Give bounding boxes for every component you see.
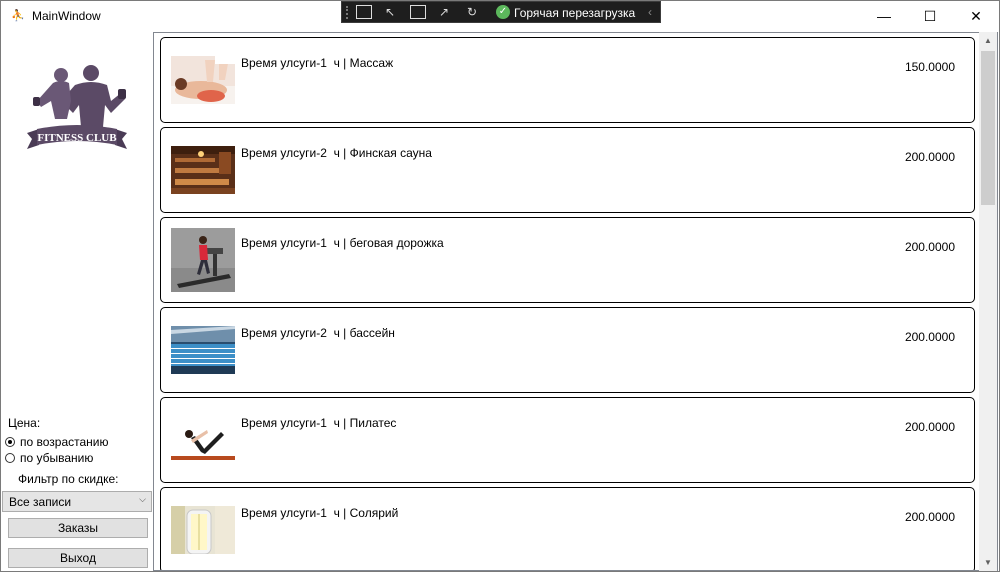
toolbar-grip-icon[interactable] [346,6,352,19]
price-sort-label: Цена: [8,416,41,430]
pool-photo [171,326,235,374]
sort-ascending-option[interactable]: по возрастанию [5,435,109,449]
discount-filter-label: Фильтр по скидке: [18,472,119,486]
fitness-club-logo: FITNESS CLUB [27,65,127,149]
select-element-icon[interactable]: ↖ [382,5,398,19]
service-title: Время улсуги-2 ч | бассейн [241,326,395,340]
minimize-button[interactable]: — [861,1,907,31]
service-card[interactable]: Время улсуги-1 ч | Пилатес 200.0000 [160,397,975,483]
service-title: Время улсуги-2 ч | Финская сауна [241,146,432,160]
service-price: 200.0000 [904,330,955,344]
service-card[interactable]: Время улсуги-1 ч | Солярий 200.0000 [160,487,975,570]
service-price: 200.0000 [904,240,955,254]
services-list[interactable]: Время улсуги-1 ч | Массаж 150.0000 Время… [153,32,998,571]
display-adorners-icon[interactable] [410,5,426,19]
solarium-photo [171,506,235,554]
service-card[interactable]: Время улсуги-2 ч | бассейн 200.0000 [160,307,975,393]
service-price: 200.0000 [904,420,955,434]
service-title: Время улсуги-1 ч | Солярий [241,506,399,520]
service-title: Время улсуги-1 ч | Массаж [241,56,394,70]
track-focus-icon[interactable]: ↗ [436,5,452,19]
service-card[interactable]: Время улсуги-1 ч | беговая дорожка 200.0… [160,217,975,303]
massage-photo [171,56,235,104]
scroll-thumb[interactable] [981,51,995,205]
orders-button[interactable]: Заказы [8,518,148,538]
binding-failures-icon[interactable]: ↻ [464,5,480,19]
exit-button[interactable]: Выход [8,548,148,568]
window-title: MainWindow [32,9,101,23]
sort-ascending-label: по возрастанию [20,435,109,449]
service-card[interactable]: Время улсуги-1 ч | Массаж 150.0000 [160,37,975,123]
fitness-app-icon: ⛹ [11,10,25,22]
chevron-down-icon: ⌵ [139,494,146,504]
title-bar: ⛹ MainWindow ↖ ↗ ↻ ✓ Горячая перезагрузк… [1,1,999,31]
service-price: 200.0000 [904,150,955,164]
hot-reload-label[interactable]: Горячая перезагрузка [514,6,635,20]
sort-descending-radio[interactable] [5,453,15,463]
logo-text: FITNESS CLUB [37,132,117,144]
debug-toolbar: ↖ ↗ ↻ ✓ Горячая перезагрузка ‹ [341,1,661,23]
sort-descending-option[interactable]: по убыванию [5,451,93,465]
service-card[interactable]: Время улсуги-2 ч | Финская сауна 200.000… [160,127,975,213]
sort-descending-label: по убыванию [20,451,94,465]
treadmill-photo [171,228,235,292]
discount-filter-value: Все записи [9,495,72,509]
sidebar: FITNESS CLUB Цена: по возрастанию по убы… [1,31,153,571]
vertical-scrollbar[interactable]: ▲ ▼ [979,32,997,571]
scroll-up-icon[interactable]: ▲ [979,32,997,49]
service-title: Время улсуги-1 ч | Пилатес [241,416,397,430]
sauna-photo [171,146,235,194]
pilates-photo [171,416,235,464]
service-price: 200.0000 [904,510,955,524]
collapse-toolbar-icon[interactable]: ‹ [648,5,652,19]
live-visual-tree-icon[interactable] [356,5,372,19]
discount-filter-combobox[interactable]: Все записи ⌵ [2,491,152,512]
scroll-down-icon[interactable]: ▼ [979,554,997,571]
close-button[interactable]: ✕ [953,1,999,31]
hot-reload-check-icon: ✓ [496,5,510,19]
maximize-button[interactable]: ☐ [907,1,953,31]
service-title: Время улсуги-1 ч | беговая дорожка [241,236,444,250]
sort-ascending-radio[interactable] [5,437,15,447]
main-window: ⛹ MainWindow ↖ ↗ ↻ ✓ Горячая перезагрузк… [0,0,1000,572]
service-price: 150.0000 [904,60,955,74]
